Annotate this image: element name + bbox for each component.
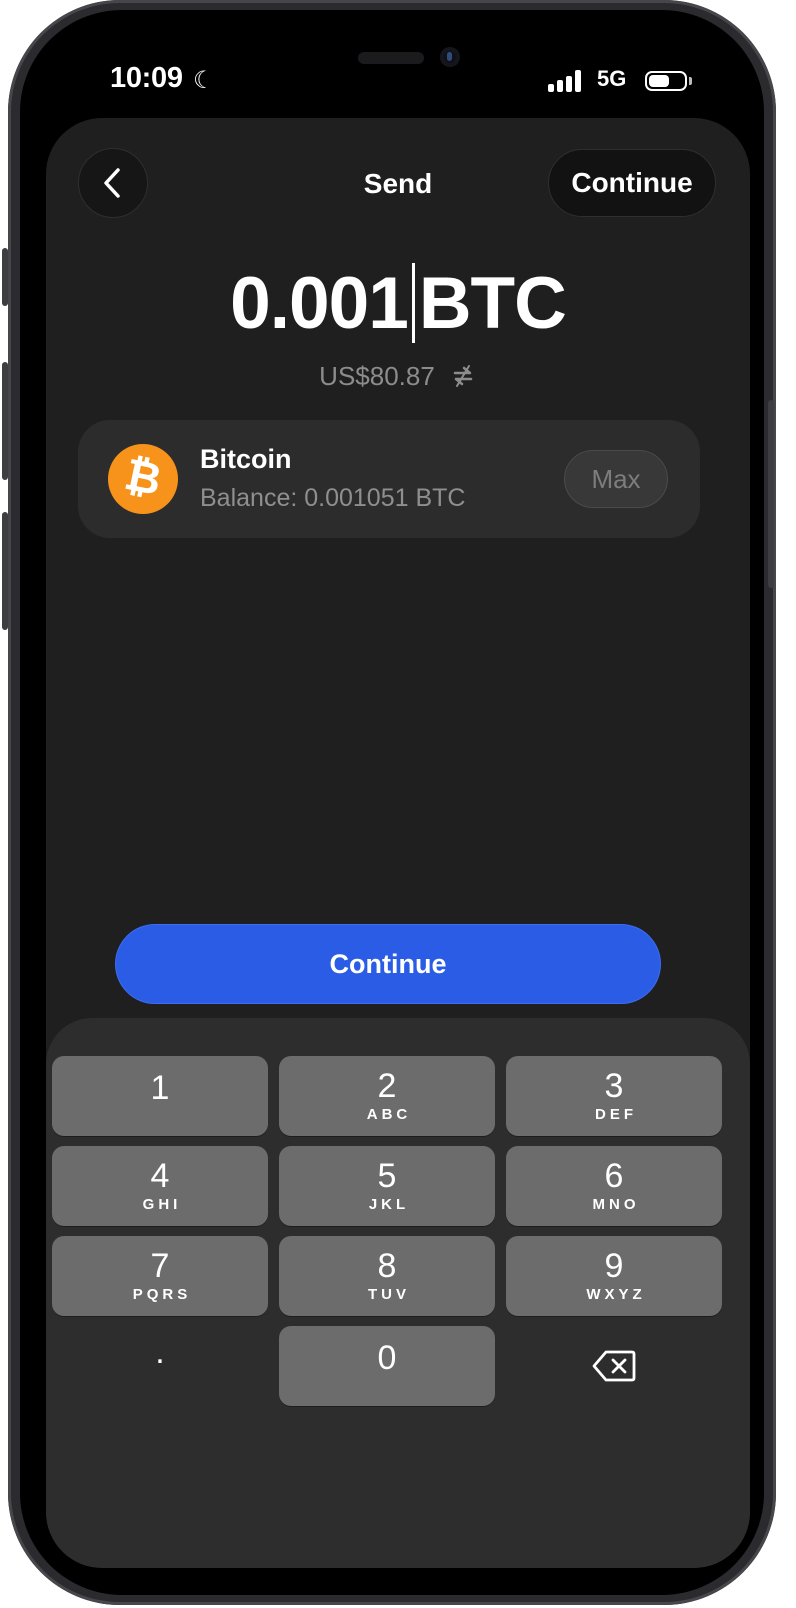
- battery-icon: [645, 71, 687, 91]
- fiat-equivalent: US$80.87: [46, 358, 750, 394]
- network-type: 5G: [597, 66, 627, 91]
- key-8[interactable]: 8 TUV: [279, 1236, 495, 1316]
- power-button: [768, 400, 774, 588]
- fiat-value: US$80.87: [319, 360, 435, 391]
- bitcoin-glyph: ₿: [120, 449, 166, 506]
- amount-value: 0.001: [230, 262, 409, 344]
- key-0[interactable]: 0: [279, 1326, 495, 1406]
- backspace-icon: [592, 1350, 636, 1382]
- moon-icon: ☾: [193, 67, 215, 94]
- key-digit: 4: [150, 1157, 170, 1195]
- key-digit: .: [155, 1333, 165, 1371]
- key-digit: 9: [604, 1247, 624, 1285]
- numeric-keypad: 1 2 ABC 3 DEF 4 GHI 5 JKL 6 MNO 7 PQRS 8…: [46, 1018, 750, 1568]
- key-9[interactable]: 9 WXYZ: [506, 1236, 722, 1316]
- text-caret: [411, 263, 415, 343]
- key-letters: PQRS: [132, 1286, 192, 1303]
- amount-unit: BTC: [418, 262, 567, 344]
- key-7[interactable]: 7 PQRS: [52, 1236, 268, 1316]
- send-screen: Send Continue 0.001 BTC US$80.87 ₿ Bitco…: [46, 118, 750, 1568]
- key-letters: JKL: [368, 1196, 410, 1213]
- volume-down-button: [2, 512, 8, 630]
- key-digit: 1: [150, 1069, 170, 1107]
- swap-arrows-icon[interactable]: [449, 362, 477, 390]
- volume-up-button: [2, 362, 8, 480]
- delete-key[interactable]: [506, 1326, 722, 1406]
- max-button[interactable]: Max: [564, 450, 668, 508]
- amount-input[interactable]: 0.001 BTC: [46, 262, 750, 344]
- key-2[interactable]: 2 ABC: [279, 1056, 495, 1136]
- battery-nub: [689, 77, 692, 85]
- key-digit: 6: [604, 1157, 624, 1195]
- status-bar: 10:09 ☾ 5G: [0, 62, 796, 102]
- key-3[interactable]: 3 DEF: [506, 1056, 722, 1136]
- key-1[interactable]: 1: [52, 1056, 268, 1136]
- key-letters: ABC: [366, 1106, 412, 1123]
- key-digit: 7: [150, 1247, 170, 1285]
- key-digit: 0: [377, 1339, 397, 1377]
- key-4[interactable]: 4 GHI: [52, 1146, 268, 1226]
- key-5[interactable]: 5 JKL: [279, 1146, 495, 1226]
- status-time: 10:09: [110, 62, 183, 94]
- key-letters: TUV: [368, 1286, 410, 1303]
- key-letters: DEF: [595, 1106, 637, 1123]
- battery-level: [649, 75, 669, 87]
- asset-balance: Balance: 0.001051 BTC: [200, 484, 466, 512]
- bitcoin-icon: ₿: [108, 444, 178, 514]
- action-button: [2, 248, 8, 306]
- asset-name: Bitcoin: [200, 444, 292, 474]
- key-letters: MNO: [592, 1196, 640, 1213]
- key-letters: GHI: [142, 1196, 182, 1213]
- key-digit: 5: [377, 1157, 397, 1195]
- key-6[interactable]: 6 MNO: [506, 1146, 722, 1226]
- continue-button[interactable]: Continue: [115, 924, 661, 1004]
- key-decimal[interactable]: .: [52, 1326, 268, 1406]
- signal-icon: [548, 70, 584, 92]
- asset-selector[interactable]: ₿ Bitcoin Balance: 0.001051 BTC Max: [78, 420, 700, 538]
- key-digit: 2: [377, 1067, 397, 1105]
- header-continue-button[interactable]: Continue: [548, 149, 716, 217]
- header: Send Continue: [46, 148, 750, 220]
- key-letters: WXYZ: [586, 1286, 646, 1303]
- key-digit: 3: [604, 1067, 624, 1105]
- key-digit: 8: [377, 1247, 397, 1285]
